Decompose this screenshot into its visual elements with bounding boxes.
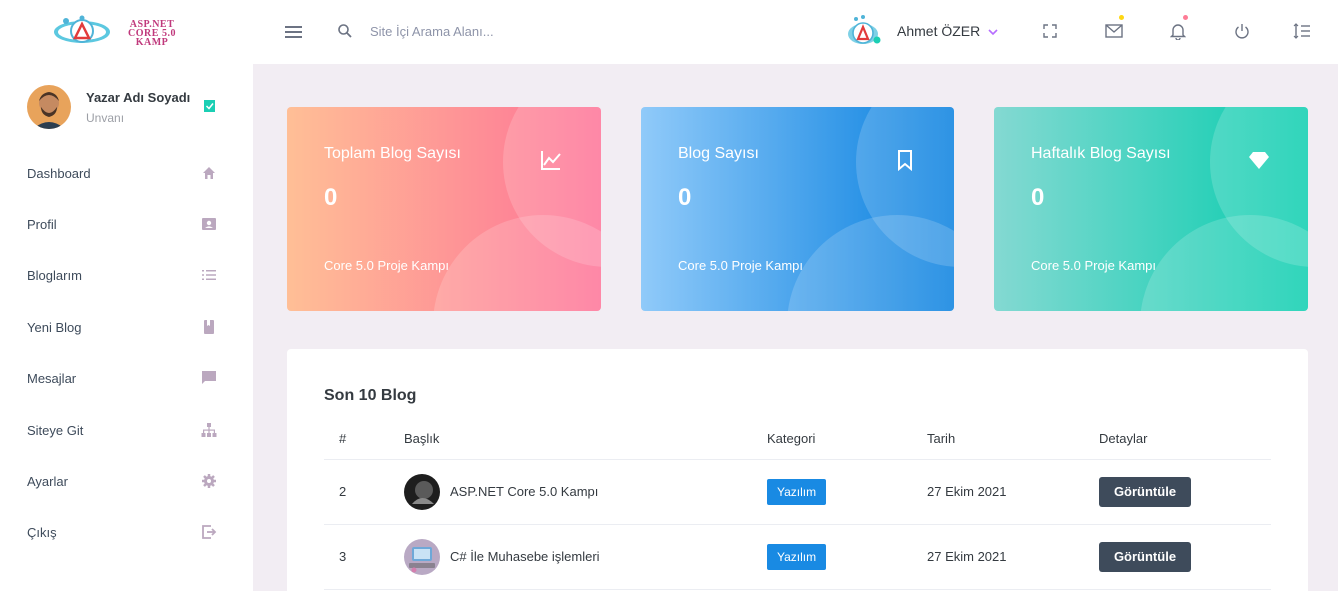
notifications-button[interactable] [1167, 15, 1189, 42]
top-navbar: ASP.NET CORE 5.0 KAMP Ahmet ÖZER [0, 0, 1338, 64]
card-title: Haftalık Blog Sayısı [1031, 145, 1171, 162]
sidebar: Yazar Adı Soyadı Unvanı Dashboard Profil… [0, 64, 253, 591]
chart-line-icon [541, 151, 561, 170]
column-header-date: Tarih [927, 431, 956, 446]
divider [324, 589, 1271, 590]
diamond-icon [1249, 152, 1269, 169]
card-subtitle: Core 5.0 Proje Kampı [324, 258, 450, 273]
row-title: ASP.NET Core 5.0 Kampı [450, 484, 599, 499]
book-icon [204, 320, 214, 334]
blog-count-card: Blog Sayısı 0 Core 5.0 Proje Kampı [641, 107, 954, 311]
row-date: 27 Ekim 2021 [927, 549, 1007, 564]
gear-icon [202, 474, 216, 488]
total-blog-count-card: Toplam Blog Sayısı 0 Core 5.0 Proje Kamp… [287, 107, 601, 311]
search-icon [338, 24, 352, 38]
brand[interactable]: ASP.NET CORE 5.0 KAMP [0, 0, 253, 64]
column-header-id: # [339, 431, 347, 446]
author-name: Yazar Adı Soyadı [86, 89, 191, 105]
card-value: 0 [1031, 184, 1045, 211]
sidebar-item-label: Bloglarım [27, 267, 82, 283]
chevron-down-icon [988, 29, 998, 36]
row-id: 3 [339, 549, 347, 564]
power-button[interactable] [1231, 20, 1253, 42]
sidebar-item-label: Yeni Blog [27, 319, 82, 335]
messages-button[interactable] [1103, 15, 1125, 42]
view-button[interactable]: Görüntüle [1099, 477, 1191, 507]
mail-indicator-dot [1119, 15, 1124, 20]
view-button[interactable]: Görüntüle [1099, 542, 1191, 572]
card-title: Blog Sayısı [678, 145, 759, 162]
column-header-title: Başlık [404, 431, 440, 446]
sidebar-item-label: Profil [27, 216, 57, 232]
sidebar-item-siteye-git[interactable]: Siteye Git [27, 418, 217, 442]
blog-thumbnail [404, 539, 440, 575]
notification-indicator-dot [1183, 15, 1188, 20]
search-input[interactable] [362, 18, 662, 44]
sidebar-item-yeni-blog[interactable]: Yeni Blog [27, 315, 217, 339]
blog-thumbnail [404, 474, 440, 510]
table-row: 2 ASP.NET Core 5.0 Kampı Yazılım 27 Ekim… [324, 460, 1271, 524]
bell-icon [1170, 24, 1186, 40]
weekly-blog-count-card: Haftalık Blog Sayısı 0 Core 5.0 Proje Ka… [994, 107, 1308, 311]
logout-icon [202, 525, 217, 539]
decorative-circle [433, 215, 601, 311]
author-avatar [27, 85, 71, 129]
card-subtitle: Core 5.0 Proje Kampı [678, 258, 804, 273]
sidebar-item-bloglarim[interactable]: Bloglarım [27, 263, 217, 287]
sidebar-item-cikis[interactable]: Çıkış [27, 520, 217, 544]
row-title: C# İle Muhasebe işlemleri [450, 549, 600, 564]
bookmark-icon [898, 150, 912, 171]
sidebar-item-label: Mesajlar [27, 370, 77, 386]
table-row: 3 C# İle Muhasebe işlemleri Yazılım 27 E… [324, 525, 1271, 589]
column-header-details: Detaylar [1099, 431, 1148, 446]
sidebar-item-ayarlar[interactable]: Ayarlar [27, 469, 217, 493]
card-title: Toplam Blog Sayısı [324, 145, 461, 162]
row-date: 27 Ekim 2021 [927, 484, 1007, 499]
sidebar-item-profil[interactable]: Profil [27, 212, 217, 236]
card-value: 0 [324, 184, 338, 211]
profile-info: Yazar Adı Soyadı Unvanı [86, 90, 190, 125]
format-list-icon [1293, 23, 1310, 39]
sidebar-item-label: Ayarlar [27, 473, 68, 489]
category-badge[interactable]: Yazılım [767, 479, 827, 505]
sidebar-item-mesajlar[interactable]: Mesajlar [27, 366, 217, 390]
mail-icon [1105, 24, 1123, 38]
sidebar-item-label: Çıkış [27, 524, 57, 540]
home-icon [203, 167, 215, 179]
user-avatar [848, 15, 881, 44]
settings-panel-button[interactable] [1291, 20, 1313, 42]
user-profile-dropdown[interactable]: Ahmet ÖZER [846, 12, 998, 50]
recent-blogs-card: Son 10 Blog # Başlık Kategori Tarih Deta… [287, 349, 1308, 591]
bookmark-check-icon [204, 100, 215, 112]
table-title: Son 10 Blog [324, 387, 417, 404]
sidebar-item-label: Siteye Git [27, 422, 84, 438]
decorative-circle [1140, 215, 1308, 311]
sidebar-item-dashboard[interactable]: Dashboard [27, 161, 217, 185]
fullscreen-button[interactable] [1039, 20, 1061, 42]
message-icon [202, 371, 216, 384]
decorative-circle [787, 215, 954, 311]
author-title: Unvanı [86, 110, 125, 125]
logo-text: ASP.NET CORE 5.0 KAMP [128, 19, 176, 48]
column-header-category: Kategori [767, 431, 816, 446]
category-badge[interactable]: Yazılım [767, 544, 827, 570]
user-name: Ahmet ÖZER [897, 23, 981, 39]
power-icon [1235, 24, 1249, 39]
sidebar-profile[interactable]: Yazar Adı Soyadı Unvanı [27, 84, 227, 130]
card-subtitle: Core 5.0 Proje Kampı [1031, 258, 1157, 273]
sitemap-icon [201, 423, 217, 437]
contacts-icon [202, 218, 216, 230]
card-value: 0 [678, 184, 692, 211]
list-icon [202, 270, 216, 280]
sidebar-item-label: Dashboard [27, 165, 91, 181]
menu-toggle-icon[interactable] [284, 22, 304, 42]
fullscreen-icon [1043, 24, 1057, 38]
row-id: 2 [339, 484, 347, 499]
